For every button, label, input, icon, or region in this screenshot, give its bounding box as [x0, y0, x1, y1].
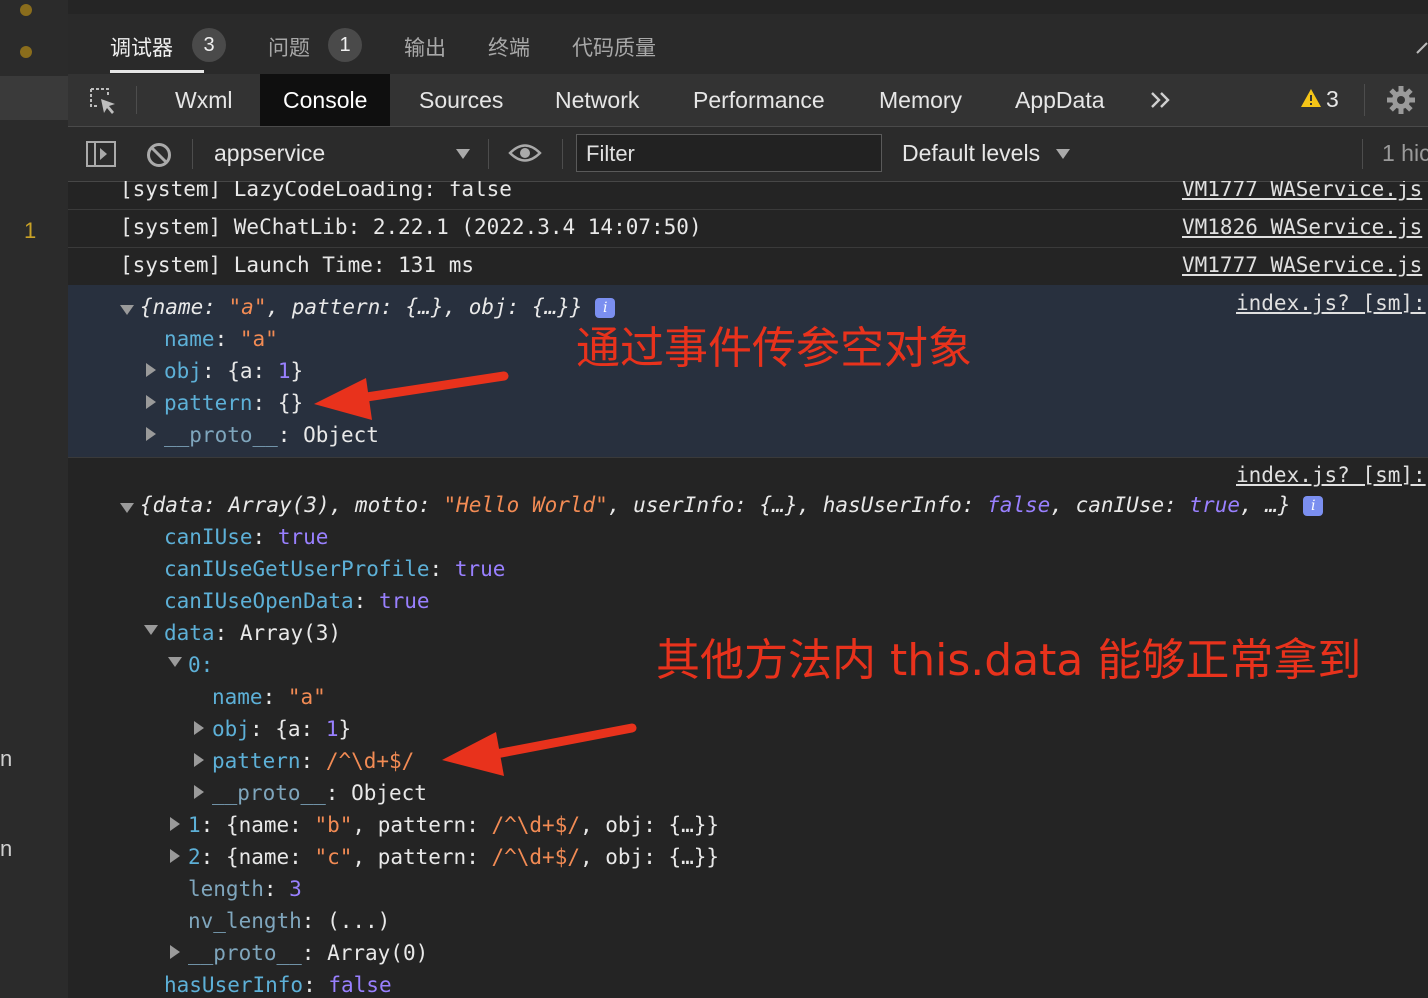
log-row-object-2: index.js? [sm]: {data: Array(3), motto: … [68, 457, 1428, 998]
log-message: [system] LazyCodeLoading: false [120, 181, 512, 201]
tab-code-quality[interactable]: 代码质量 [572, 32, 656, 62]
log-row: [system] LazyCodeLoading: false VM1777 W… [68, 181, 1428, 210]
item0-obj[interactable]: obj: {a: 1} [212, 717, 351, 741]
log-message: [system] Launch Time: 131 ms [120, 253, 475, 277]
property-name: name: "a" [164, 327, 278, 351]
active-tab-underline [110, 70, 204, 73]
expand-toggle[interactable] [146, 395, 156, 409]
devtools-tab-bar: Wxml Console Sources Network Performance… [68, 74, 1428, 127]
line-number: 1 [24, 218, 37, 243]
array-proto[interactable]: __proto__: Array(0) [188, 941, 428, 965]
log-source-link[interactable]: VM1826 WAService.js [1182, 215, 1422, 239]
context-selector[interactable]: appservice [214, 140, 325, 167]
console-toolbar: appservice Filter Default levels 1 hic [68, 127, 1428, 182]
tab-appdata[interactable]: AppData [992, 74, 1128, 126]
maximize-icon[interactable] [1416, 42, 1428, 54]
tab-memory[interactable]: Memory [856, 74, 985, 126]
breakpoint-dot[interactable] [20, 46, 32, 58]
item0-pattern[interactable]: pattern: /^\d+$/ [212, 749, 414, 773]
array-item-0[interactable]: 0: [188, 653, 213, 677]
expand-toggle[interactable] [194, 721, 204, 735]
filter-input[interactable]: Filter [576, 134, 882, 172]
expand-toggle[interactable] [194, 785, 204, 799]
chevron-down-icon[interactable] [456, 149, 470, 159]
object-summary[interactable]: {name: "a", pattern: {…}, obj: {…}} i [140, 295, 616, 319]
expand-toggle[interactable] [146, 363, 156, 377]
item0-proto[interactable]: __proto__: Object [212, 781, 427, 805]
tab-terminal[interactable]: 终端 [488, 32, 530, 62]
panel-tab-bar: 调试器 3 问题 1 输出 终端 代码质量 [68, 14, 1428, 74]
annotation-bottom: 其他方法内 this.data 能够正常拿到 [656, 635, 1362, 686]
editor-strip [68, 0, 1428, 15]
property-caniusegetuserprofile: canIUseGetUserProfile: true [164, 557, 506, 581]
array-nv-length[interactable]: nv_length: (...) [188, 909, 390, 933]
array-item-2[interactable]: 2: {name: "c", pattern: /^\d+$/, obj: {…… [188, 845, 719, 869]
log-message: [system] WeChatLib: 2.22.1 (2022.3.4 14:… [120, 215, 702, 239]
property-pattern[interactable]: pattern: {} [164, 391, 303, 415]
tab-performance[interactable]: Performance [670, 74, 848, 126]
hidden-messages-count: 1 hic [1382, 140, 1428, 166]
log-source-link[interactable]: VM1777 WAService.js [1182, 253, 1422, 277]
log-levels-dropdown[interactable]: Default levels [902, 140, 1040, 167]
gutter-text: n [0, 746, 13, 771]
gutter-text: n [0, 836, 13, 861]
warning-count[interactable]: 3 [1326, 86, 1339, 113]
problems-count-badge: 1 [328, 28, 362, 62]
property-proto[interactable]: __proto__: Object [164, 423, 379, 447]
log-source-link[interactable]: VM1777 WAService.js [1182, 181, 1422, 201]
tab-problems[interactable]: 问题 [268, 32, 310, 62]
gutter-selection [0, 76, 68, 120]
log-row: [system] Launch Time: 131 ms VM1777 WASe… [68, 247, 1428, 286]
expand-toggle[interactable] [120, 305, 134, 315]
tab-sources[interactable]: Sources [396, 74, 526, 126]
property-data[interactable]: data: Array(3) [164, 621, 341, 645]
sidebar-toggle-icon[interactable] [86, 141, 116, 167]
item0-name: name: "a" [212, 685, 326, 709]
settings-gear-icon[interactable] [1386, 85, 1416, 115]
inspect-element-icon[interactable] [88, 86, 118, 116]
log-source-link[interactable]: index.js? [sm]: [1236, 291, 1426, 315]
expand-toggle[interactable] [170, 817, 180, 831]
log-row: [system] WeChatLib: 2.22.1 (2022.3.4 14:… [68, 209, 1428, 248]
expand-toggle[interactable] [146, 427, 156, 441]
tab-console[interactable]: Console [260, 74, 391, 126]
expand-toggle[interactable] [170, 849, 180, 863]
tab-wxml[interactable]: Wxml [152, 74, 255, 126]
expand-toggle[interactable] [168, 657, 182, 667]
property-hasuserinfo: hasUserInfo: false [164, 973, 392, 997]
info-icon: i [1303, 496, 1324, 516]
expand-toggle[interactable] [170, 945, 180, 959]
property-caniuse: canIUse: true [164, 525, 329, 549]
annotation-arrow-icon [442, 723, 637, 776]
debugger-count-badge: 3 [192, 28, 226, 62]
annotation-arrow-icon [314, 371, 509, 420]
more-tabs-icon[interactable] [1150, 91, 1172, 109]
property-obj[interactable]: obj: {a: 1} [164, 359, 303, 383]
expand-toggle[interactable] [120, 503, 134, 513]
expand-toggle[interactable] [144, 625, 158, 635]
tab-debugger[interactable]: 调试器 [110, 32, 173, 62]
log-source-link[interactable]: index.js? [sm]: [1236, 463, 1426, 487]
warning-icon[interactable] [1300, 88, 1322, 108]
clear-console-icon[interactable] [146, 142, 172, 168]
object-summary[interactable]: {data: Array(3), motto: "Hello World", u… [140, 493, 1324, 517]
console-messages: [system] LazyCodeLoading: false VM1777 W… [68, 181, 1428, 998]
property-caniuseopendata: canIUseOpenData: true [164, 589, 430, 613]
tab-output[interactable]: 输出 [404, 32, 446, 62]
annotation-top: 通过事件传参空对象 [576, 323, 972, 374]
array-item-1[interactable]: 1: {name: "b", pattern: /^\d+$/, obj: {…… [188, 813, 719, 837]
live-expression-eye-icon[interactable] [508, 141, 542, 165]
array-length: length: 3 [188, 877, 302, 901]
editor-gutter: 1 n n [0, 0, 68, 998]
expand-toggle[interactable] [194, 753, 204, 767]
chevron-down-icon[interactable] [1056, 149, 1070, 159]
breakpoint-dot[interactable] [20, 4, 32, 16]
tab-network[interactable]: Network [532, 74, 662, 126]
